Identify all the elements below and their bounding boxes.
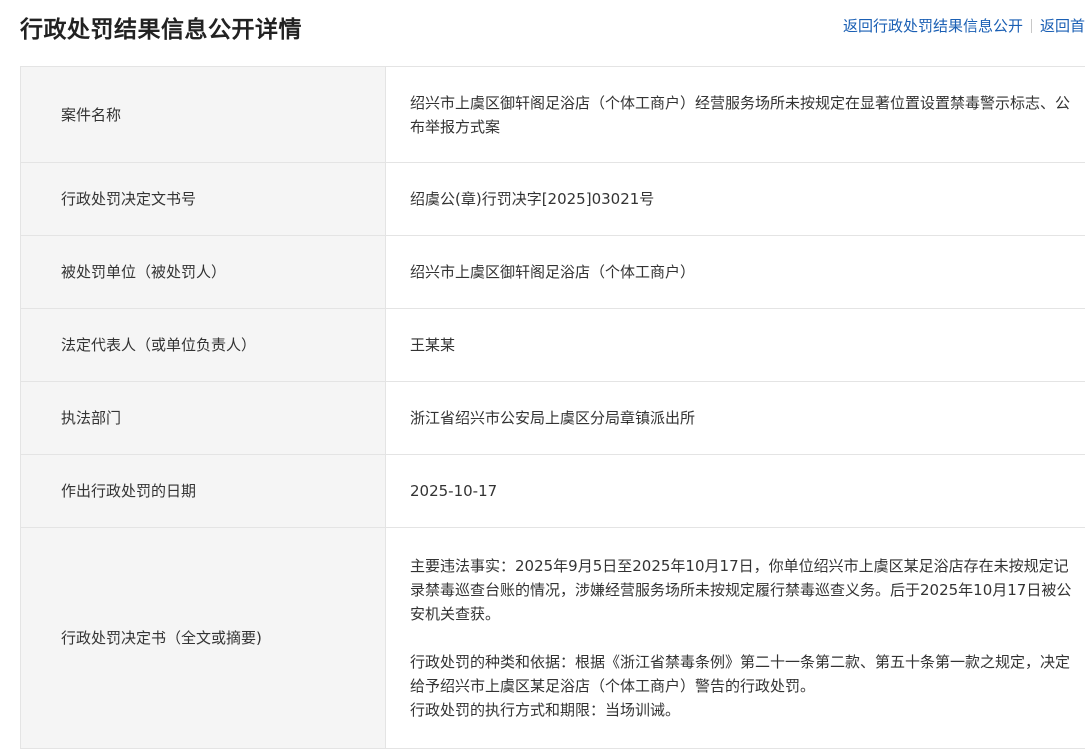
decision-paragraph-facts: 主要违法事实：2025年9月5日至2025年10月17日，你单位绍兴市上虞区某足… (410, 554, 1075, 626)
page-header: 行政处罚结果信息公开详情 返回行政处罚结果信息公开 返回首 (20, 0, 1085, 52)
row-value: 绍兴市上虞区御轩阁足浴店（个体工商户）经营服务场所未按规定在显著位置设置禁毒警示… (386, 67, 1085, 163)
back-to-home-link[interactable]: 返回首 (1040, 15, 1085, 36)
page-title: 行政处罚结果信息公开详情 (20, 10, 302, 44)
table-row-penalized-party: 被处罚单位（被处罚人） 绍兴市上虞区御轩阁足浴店（个体工商户） (21, 236, 1085, 309)
row-value: 绍虞公(章)行罚决字[2025]03021号 (386, 163, 1085, 236)
row-value: 浙江省绍兴市公安局上虞区分局章镇派出所 (386, 382, 1085, 455)
table-row-enforcement-department: 执法部门 浙江省绍兴市公安局上虞区分局章镇派出所 (21, 382, 1085, 455)
row-label: 行政处罚决定书（全文或摘要) (21, 528, 386, 749)
table-row-document-number: 行政处罚决定文书号 绍虞公(章)行罚决字[2025]03021号 (21, 163, 1085, 236)
decision-paragraph-basis: 行政处罚的种类和依据：根据《浙江省禁毒条例》第二十一条第二款、第五十条第一款之规… (410, 650, 1075, 698)
row-label: 案件名称 (21, 67, 386, 163)
row-value: 主要违法事实：2025年9月5日至2025年10月17日，你单位绍兴市上虞区某足… (386, 528, 1085, 749)
link-divider (1031, 19, 1032, 33)
row-value: 2025-10-17 (386, 455, 1085, 528)
table-row-case-name: 案件名称 绍兴市上虞区御轩阁足浴店（个体工商户）经营服务场所未按规定在显著位置设… (21, 67, 1085, 163)
row-value: 王某某 (386, 309, 1085, 382)
row-value: 绍兴市上虞区御轩阁足浴店（个体工商户） (386, 236, 1085, 309)
penalty-detail-table: 案件名称 绍兴市上虞区御轩阁足浴店（个体工商户）经营服务场所未按规定在显著位置设… (20, 66, 1085, 749)
row-label: 执法部门 (21, 382, 386, 455)
row-label: 法定代表人（或单位负责人） (21, 309, 386, 382)
top-nav-links: 返回行政处罚结果信息公开 返回首 (843, 15, 1085, 36)
decision-paragraph-execution: 行政处罚的执行方式和期限：当场训诫。 (410, 698, 1075, 722)
row-label: 行政处罚决定文书号 (21, 163, 386, 236)
back-to-list-link[interactable]: 返回行政处罚结果信息公开 (843, 15, 1023, 36)
table-row-legal-representative: 法定代表人（或单位负责人） 王某某 (21, 309, 1085, 382)
table-row-penalty-date: 作出行政处罚的日期 2025-10-17 (21, 455, 1085, 528)
row-label: 被处罚单位（被处罚人） (21, 236, 386, 309)
table-row-decision-document: 行政处罚决定书（全文或摘要) 主要违法事实：2025年9月5日至2025年10月… (21, 528, 1085, 749)
row-label: 作出行政处罚的日期 (21, 455, 386, 528)
